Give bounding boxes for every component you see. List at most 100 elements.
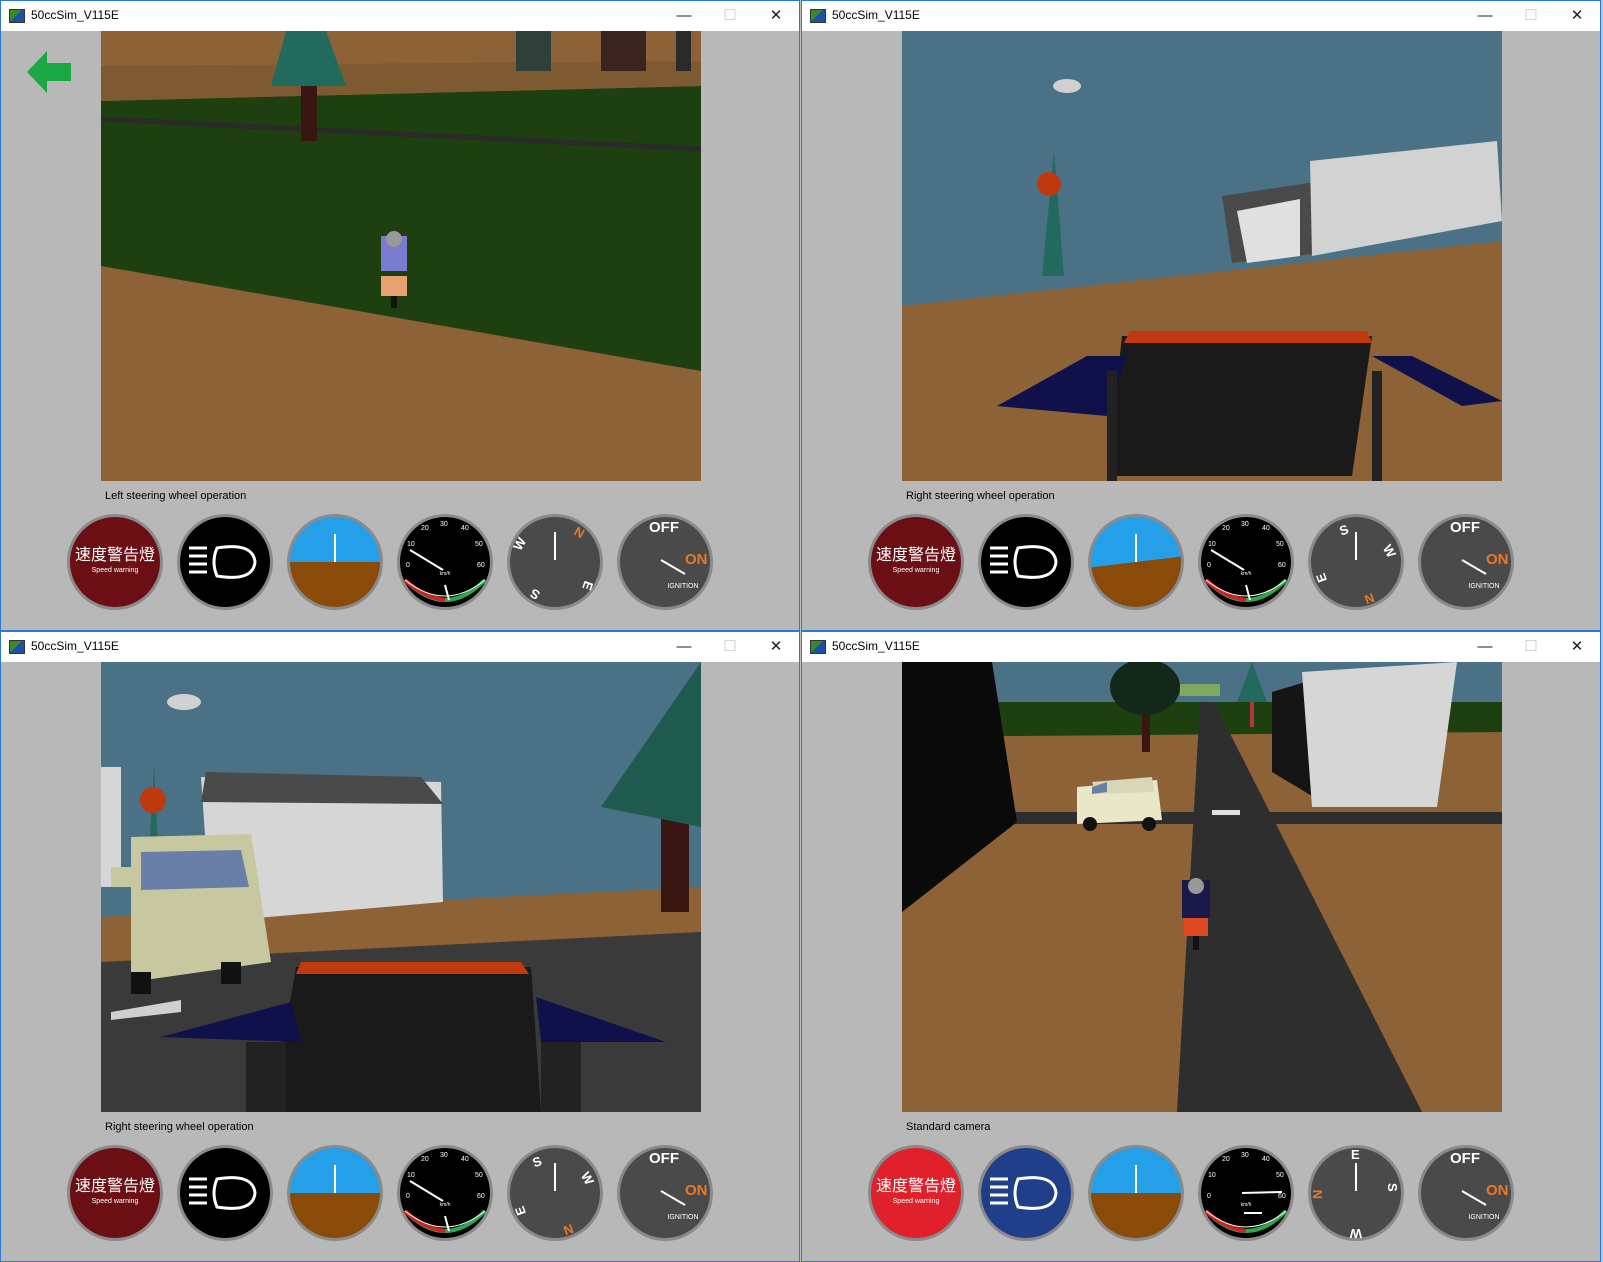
close-button[interactable]: ✕ — [1554, 1, 1600, 31]
app-icon — [9, 640, 25, 654]
instrument-panel: 速度警告燈 Speed warning 0 10 20 30 40 50 60 … — [65, 1143, 725, 1243]
title-bar[interactable]: 50ccSim_V115E — ☐ ✕ — [1, 632, 799, 662]
close-button[interactable]: ✕ — [1554, 632, 1600, 662]
close-button[interactable]: ✕ — [753, 1, 799, 31]
speed-warning-lamp: 速度警告燈 Speed warning — [65, 1143, 165, 1243]
maximize-button[interactable]: ☐ — [1508, 1, 1554, 31]
speed-warning-jp: 速度警告燈 — [75, 545, 155, 564]
headlight-icon — [175, 512, 275, 612]
compass: S W N E — [505, 1143, 605, 1243]
speed-tick: 40 — [461, 525, 469, 532]
ignition-off: OFF — [1450, 1150, 1480, 1167]
ignition-off: OFF — [649, 1150, 679, 1167]
title-bar[interactable]: 50ccSim_V115E — ☐ ✕ — [802, 632, 1600, 662]
maximize-button[interactable]: ☐ — [1508, 632, 1554, 662]
minimize-button[interactable]: — — [661, 1, 707, 31]
speed-tick: 0 — [406, 1193, 410, 1200]
speed-tick: 60 — [1278, 562, 1286, 569]
ignition-label: IGNITION — [1468, 1214, 1499, 1221]
speed-unit: km/h — [440, 571, 451, 577]
window-title: 50ccSim_V115E — [832, 8, 920, 22]
speed-tick: 50 — [1276, 541, 1284, 548]
ignition-switch[interactable]: OFF ON IGNITION — [1416, 1143, 1516, 1243]
maximize-button[interactable]: ☐ — [707, 1, 753, 31]
speed-tick: 0 — [1207, 1193, 1211, 1200]
ignition-on: ON — [1486, 551, 1509, 568]
speed-tick: 60 — [477, 1193, 485, 1200]
speed-tick: 40 — [461, 1156, 469, 1163]
3d-viewport[interactable] — [101, 662, 701, 1112]
minimize-button[interactable]: — — [661, 632, 707, 662]
attitude-indicator — [1086, 512, 1186, 612]
title-bar[interactable]: 50ccSim_V115E — ☐ ✕ — [1, 1, 799, 31]
3d-viewport[interactable] — [902, 31, 1502, 481]
compass: E S W N — [1306, 1143, 1406, 1243]
speed-tick: 40 — [1262, 1156, 1270, 1163]
speed-unit: km/h — [1241, 1202, 1252, 1208]
speed-tick: 0 — [406, 562, 410, 569]
attitude-indicator — [285, 1143, 385, 1243]
back-arrow-icon[interactable] — [25, 47, 75, 97]
speed-tick: 40 — [1262, 525, 1270, 532]
sim-window-1: 50ccSim_V115E — ☐ ✕ Left steering wheel … — [0, 0, 800, 631]
speedometer: 0 10 20 30 40 50 60 km/h — [1196, 512, 1296, 612]
3d-viewport[interactable] — [101, 31, 701, 481]
speed-unit: km/h — [440, 1202, 451, 1208]
speed-tick: 50 — [1276, 1172, 1284, 1179]
window-title: 50ccSim_V115E — [31, 639, 119, 653]
speedometer: 0 10 20 30 40 50 60 km/h — [395, 1143, 495, 1243]
compass: N E S W — [505, 512, 605, 612]
speed-warning-en: Speed warning — [92, 567, 139, 574]
title-bar[interactable]: 50ccSim_V115E — ☐ ✕ — [802, 1, 1600, 31]
app-icon — [810, 9, 826, 23]
speed-tick: 30 — [440, 521, 448, 528]
app-icon — [9, 9, 25, 23]
speedometer: 0 10 20 30 40 50 60 km/h — [1196, 1143, 1296, 1243]
window-title: 50ccSim_V115E — [832, 639, 920, 653]
compass-letter: W — [1349, 1226, 1362, 1241]
close-button[interactable]: ✕ — [753, 632, 799, 662]
minimize-button[interactable]: — — [1462, 1, 1508, 31]
speed-tick: 20 — [421, 1156, 429, 1163]
app-icon — [810, 640, 826, 654]
ignition-switch[interactable]: OFF ON IGNITION — [615, 512, 715, 612]
maximize-button[interactable]: ☐ — [707, 632, 753, 662]
speed-warning-en: Speed warning — [893, 567, 940, 574]
sim-window-3: 50ccSim_V115E — ☐ ✕ Right steering wheel… — [0, 631, 800, 1262]
ignition-on: ON — [685, 1182, 708, 1199]
sim-window-2: 50ccSim_V115E — ☐ ✕ Right steering wheel… — [801, 0, 1601, 631]
speed-warning-lamp: 速度警告燈 Speed warning — [866, 1143, 966, 1243]
3d-viewport[interactable] — [902, 662, 1502, 1112]
speed-warning-jp: 速度警告燈 — [75, 1176, 155, 1195]
speed-tick: 10 — [407, 1172, 415, 1179]
ignition-on: ON — [685, 551, 708, 568]
camera-caption: Left steering wheel operation — [105, 490, 247, 502]
minimize-button[interactable]: — — [1462, 632, 1508, 662]
speed-tick: 10 — [1208, 541, 1216, 548]
speed-warning-en: Speed warning — [92, 1198, 139, 1205]
instrument-panel: 速度警告燈 Speed warning 0 10 20 30 40 50 60 … — [866, 1143, 1526, 1243]
ignition-off: OFF — [1450, 519, 1480, 536]
speed-warning-jp: 速度警告燈 — [876, 1176, 956, 1195]
camera-caption: Standard camera — [906, 1121, 991, 1133]
ignition-label: IGNITION — [667, 1214, 698, 1221]
speed-tick: 30 — [1241, 521, 1249, 528]
speed-tick: 0 — [1207, 562, 1211, 569]
ignition-switch[interactable]: OFF ON IGNITION — [1416, 512, 1516, 612]
attitude-indicator — [1086, 1143, 1186, 1243]
compass-letter: S — [1385, 1183, 1400, 1192]
speed-tick: 60 — [477, 562, 485, 569]
speedometer: 0 10 20 30 40 50 60 km/h — [395, 512, 495, 612]
speed-unit: km/h — [1241, 571, 1252, 577]
ignition-on: ON — [1486, 1182, 1509, 1199]
instrument-panel: 速度警告燈 Speed warning 0 10 20 30 40 50 60 … — [65, 512, 725, 612]
camera-caption: Right steering wheel operation — [906, 490, 1055, 502]
speed-tick: 20 — [1222, 1156, 1230, 1163]
attitude-indicator — [285, 512, 385, 612]
speed-tick: 20 — [1222, 525, 1230, 532]
speed-tick: 50 — [475, 541, 483, 548]
speed-tick: 20 — [421, 525, 429, 532]
speed-tick: 10 — [407, 541, 415, 548]
speed-warning-en: Speed warning — [893, 1198, 940, 1205]
ignition-switch[interactable]: OFF ON IGNITION — [615, 1143, 715, 1243]
